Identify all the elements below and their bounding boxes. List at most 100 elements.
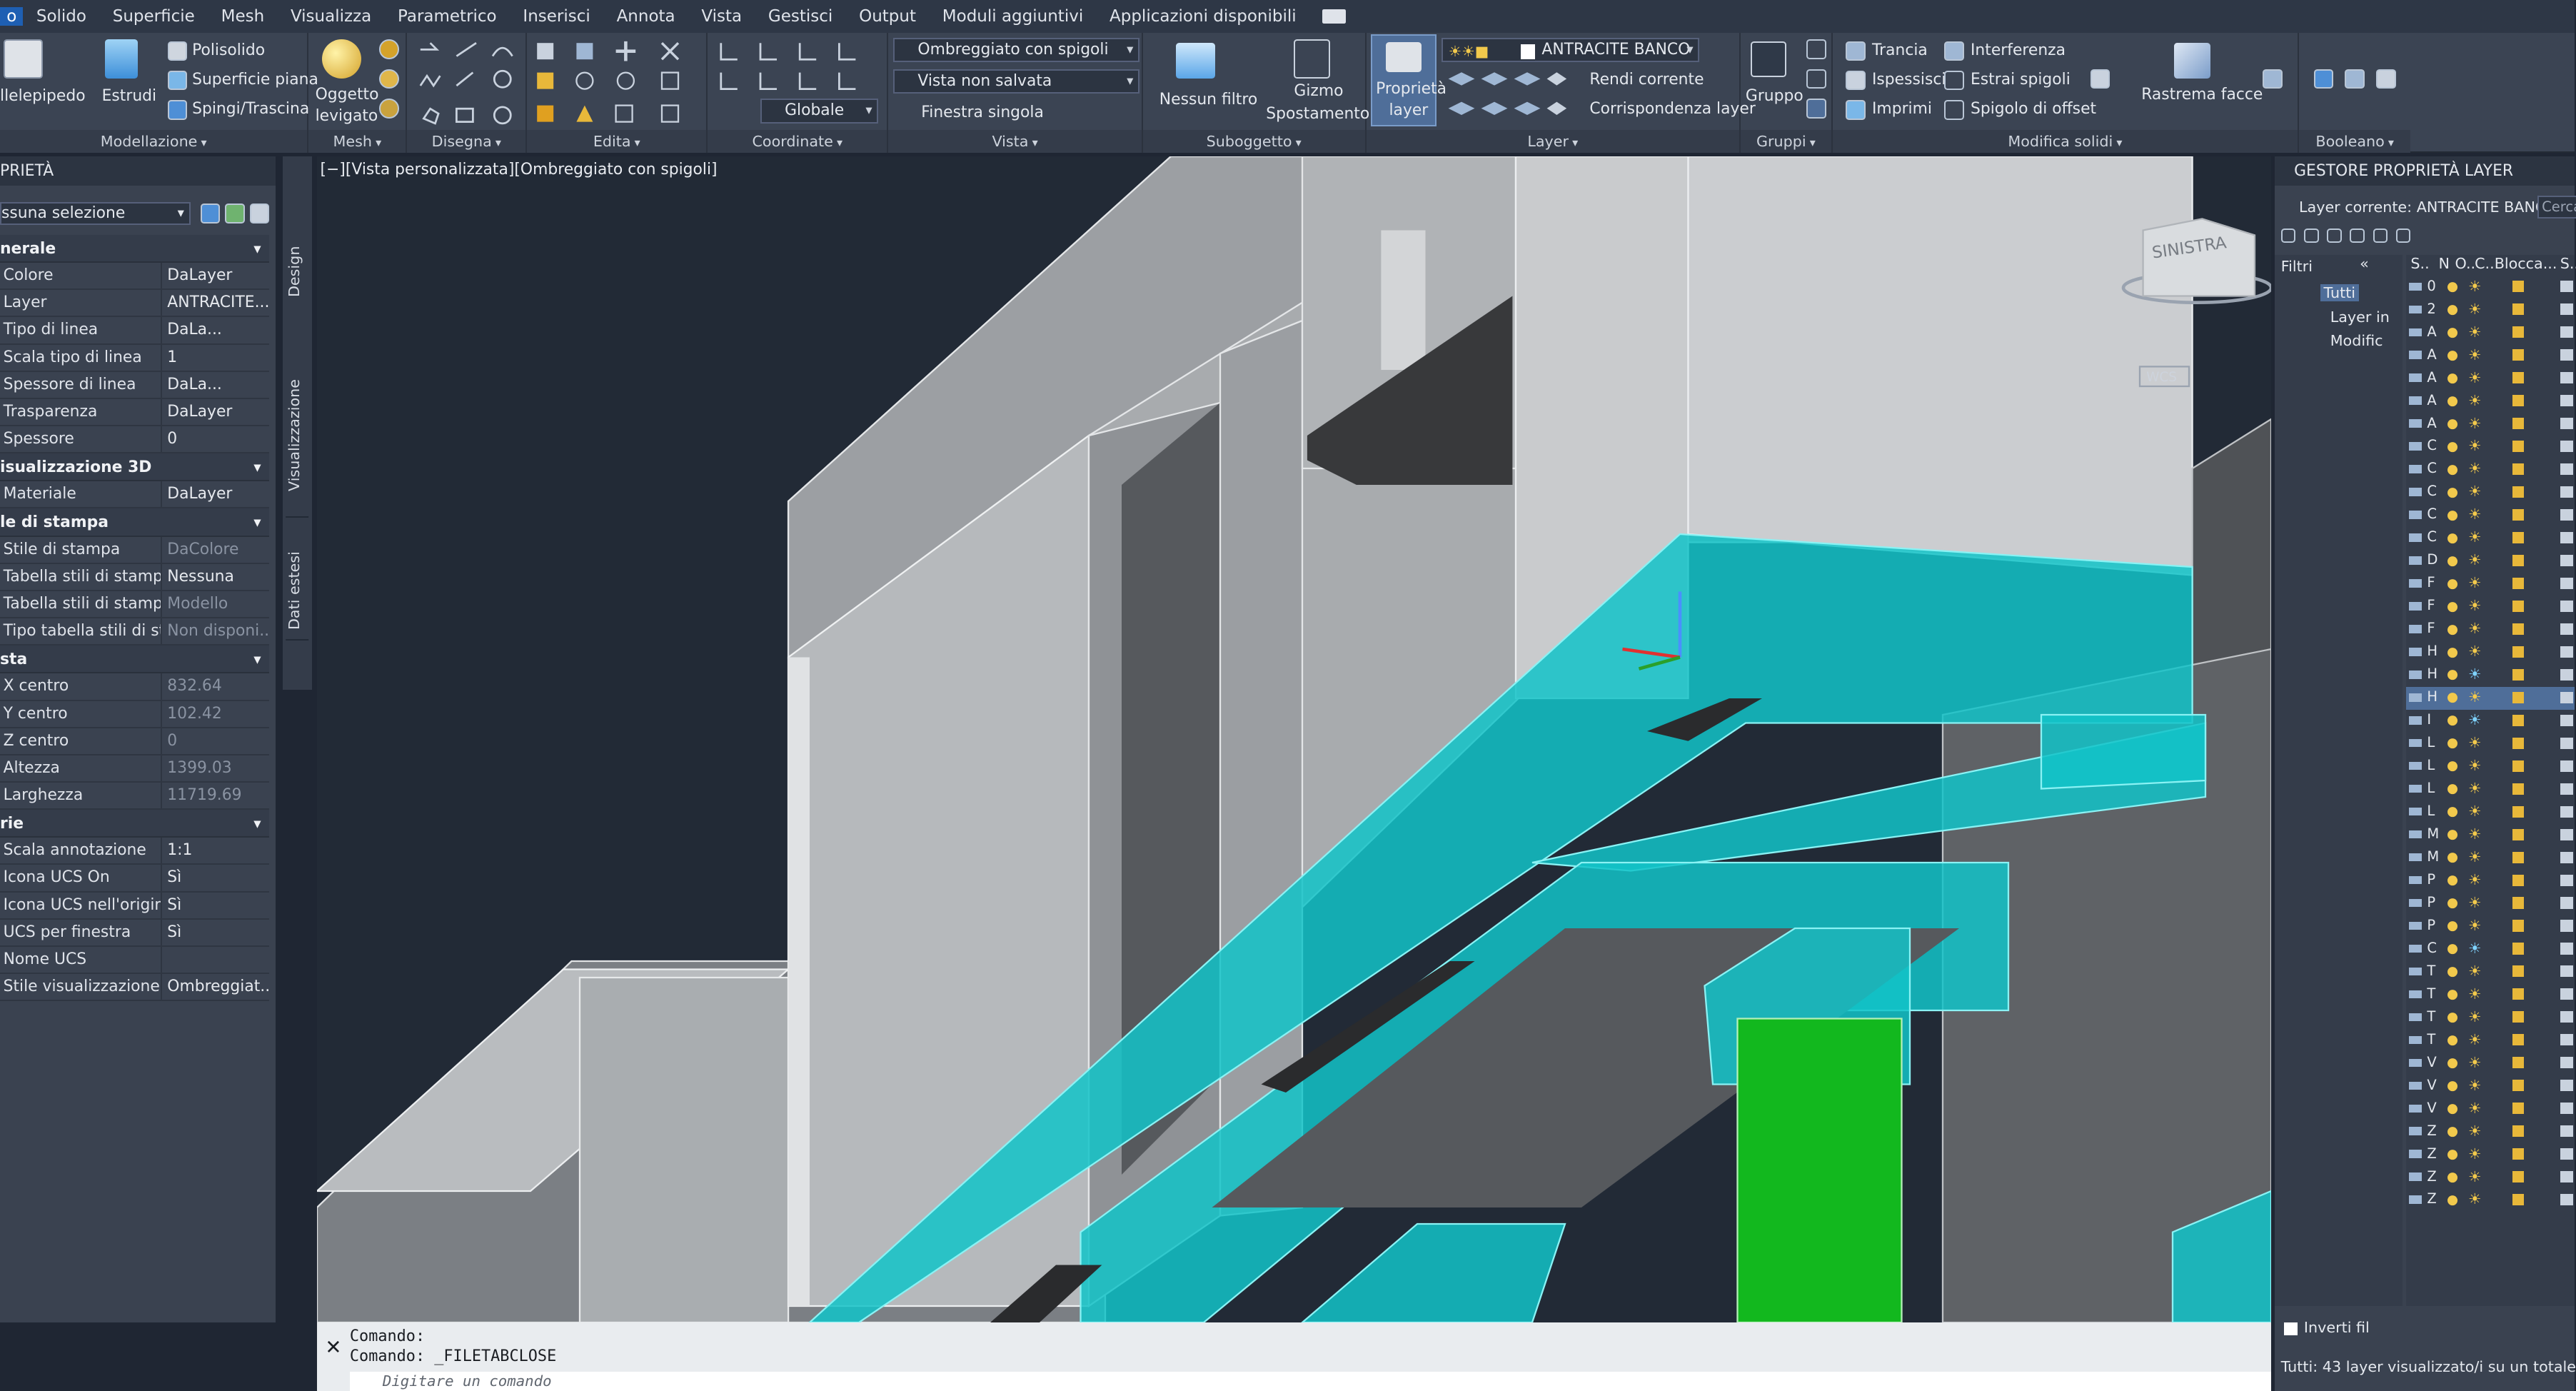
extrude-icon[interactable] [105,39,139,79]
spingi-label[interactable]: Spingi/Trascina [192,100,309,118]
gizmo-label[interactable]: Gizmo [1294,82,1343,100]
plot-icon[interactable] [2560,1080,2574,1092]
layer-tools-icons[interactable] [1445,66,1573,131]
ucs-tools-icons[interactable] [711,36,888,102]
group-select-icon[interactable] [1806,99,1826,119]
plot-icon[interactable] [2560,783,2574,795]
menu-item[interactable]: Inserisci [510,7,603,26]
ispessisci-label[interactable]: Ispessisci [1872,71,1946,89]
oggetto-label[interactable]: Oggetto [316,86,379,104]
property-section-header[interactable]: rie [0,810,270,838]
freeze-icon[interactable]: ☀ [2468,1145,2482,1162]
bulb-icon[interactable]: ● [2447,964,2458,979]
property-value[interactable]: Modello [161,591,269,618]
lock-icon[interactable] [2512,463,2525,476]
freeze-icon[interactable]: ☀ [2468,323,2482,341]
layer-row[interactable]: V ● ☀ [2406,1075,2575,1098]
lock-icon[interactable] [2512,691,2525,703]
plot-icon[interactable] [2560,805,2574,818]
panel-title-modellazione[interactable]: Modellazione [0,129,308,153]
plot-icon[interactable] [2560,668,2574,681]
lock-icon[interactable] [2512,1171,2525,1183]
bulb-icon[interactable]: ● [2447,895,2458,910]
freeze-icon[interactable]: ☀ [2468,1008,2482,1025]
property-value[interactable]: DaLa... [161,371,269,398]
bulb-icon[interactable]: ● [2447,462,2458,477]
thicken-icon[interactable] [1846,70,1866,91]
property-value[interactable]: ANTRACITE... [161,290,269,316]
mesh-crease-icon[interactable] [379,99,399,119]
gizmo-icon[interactable] [1294,39,1330,79]
freeze-icon[interactable]: ☀ [2468,1168,2482,1185]
bulb-icon[interactable]: ● [2447,713,2458,728]
nessun-filtro-label[interactable]: Nessun filtro [1159,91,1257,109]
layer-row[interactable]: C ● ☀ [2406,504,2575,527]
smooth-object-icon[interactable] [321,39,361,79]
property-row[interactable]: Nome UCS [0,946,270,975]
menu-item[interactable]: o [0,7,24,26]
property-value[interactable]: Ombreggiat... [161,974,269,1000]
mesh-refine-icon[interactable] [379,69,399,89]
menu-item[interactable]: Parametrico [385,7,510,26]
freeze-icon[interactable]: ☀ [2468,894,2482,911]
freeze-icon[interactable]: ☀ [2468,803,2482,820]
tab-dati-estesi[interactable]: Dati estesi [286,542,309,641]
layer-row[interactable]: L ● ☀ [2406,801,2575,824]
lock-icon[interactable] [2512,623,2525,635]
visual-style-combo[interactable]: Ombreggiato con spigoli [893,37,1140,63]
property-section-header[interactable]: isualizzazione 3D [0,453,270,482]
property-value[interactable]: DaLayer [161,262,269,289]
plot-icon[interactable] [2560,897,2574,909]
bulb-icon[interactable]: ● [2447,1124,2458,1139]
lock-icon[interactable] [2512,805,2525,818]
property-row[interactable]: Tipo di linea DaLa... [0,317,270,345]
lock-icon[interactable] [2512,646,2525,658]
plot-icon[interactable] [2560,1125,2574,1138]
presspull-icon[interactable] [167,100,188,120]
intersect-icon[interactable] [2376,69,2396,89]
freeze-icon[interactable]: ☀ [2468,985,2482,1003]
property-row[interactable]: Y centro 102.42 [0,700,270,728]
freeze-icon[interactable]: ☀ [2468,301,2482,318]
layer-tool-icon[interactable] [2280,228,2296,243]
plot-icon[interactable] [2560,1103,2574,1115]
plot-icon[interactable] [2560,326,2574,338]
property-row[interactable]: Materiale DaLayer [0,481,270,509]
layer-column-header[interactable]: N [2439,255,2450,272]
gruppo-label[interactable]: Gruppo [1746,87,1803,105]
group-edit-icon[interactable] [1806,69,1826,89]
mesh-sphere-icon[interactable] [379,39,399,59]
layer-row[interactable]: A ● ☀ [2406,390,2575,413]
lock-icon[interactable] [2512,577,2525,589]
layer-row[interactable]: C ● ☀ [2406,458,2575,481]
property-row[interactable]: Trasparenza DaLayer [0,398,270,427]
collapse-icon[interactable]: « [2360,255,2369,272]
quick-select-icon[interactable] [249,204,270,224]
bulb-icon[interactable]: ● [2447,1078,2458,1093]
layer-row[interactable]: V ● ☀ [2406,1098,2575,1120]
plot-icon[interactable] [2560,463,2574,476]
property-value[interactable]: 832.64 [161,673,269,700]
bulb-icon[interactable]: ● [2447,531,2458,546]
interference-icon[interactable] [1944,41,1964,61]
plot-icon[interactable] [2560,303,2574,316]
plot-icon[interactable] [2560,1057,2574,1069]
panel-title-layer[interactable]: Layer [1366,129,1739,153]
layer-row[interactable]: T ● ☀ [2406,983,2575,1006]
freeze-icon[interactable]: ☀ [2468,1100,2482,1117]
lock-icon[interactable] [2512,1057,2525,1069]
polisolido-label[interactable]: Polisolido [192,41,265,59]
lock-icon[interactable] [2512,714,2525,726]
layer-tool-icon[interactable] [2327,228,2342,243]
layer-row[interactable]: P ● ☀ [2406,915,2575,938]
plot-icon[interactable] [2560,691,2574,703]
bulb-icon[interactable]: ● [2447,1033,2458,1048]
plot-icon[interactable] [2560,486,2574,498]
bulb-icon[interactable]: ● [2447,622,2458,637]
layer-row[interactable]: A ● ☀ [2406,367,2575,390]
invert-filter-checkbox[interactable] [2284,1322,2298,1335]
superficie-piana-label[interactable]: Superficie piana [192,71,318,89]
lock-icon[interactable] [2512,531,2525,544]
plot-icon[interactable] [2560,874,2574,886]
lock-icon[interactable] [2512,554,2525,567]
